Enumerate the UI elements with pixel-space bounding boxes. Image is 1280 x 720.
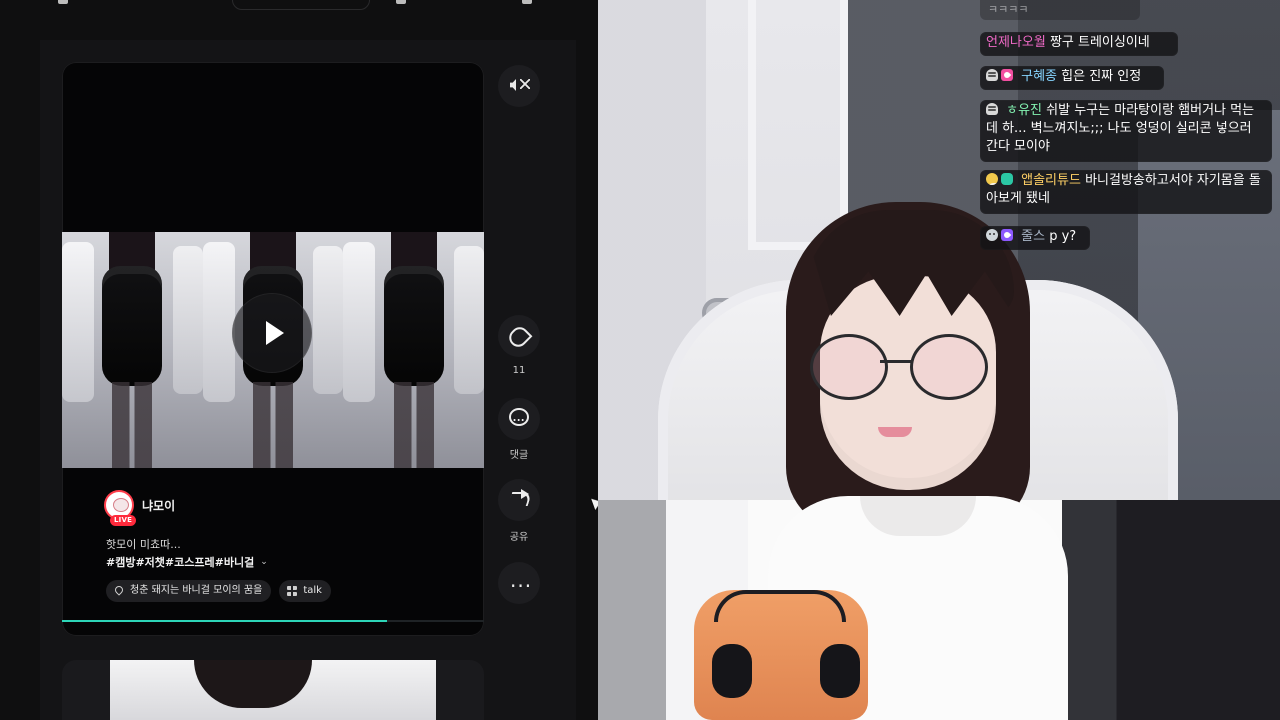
chat-username[interactable]: 구혜종 [1021, 69, 1057, 84]
skull-icon [986, 229, 998, 241]
top-toolbar-tick [396, 0, 406, 4]
chat-username[interactable]: 앱솔리튜드 [1021, 173, 1081, 188]
video-progress-fill [62, 620, 387, 622]
chat-text: 짱구 트레이싱이네 [1049, 35, 1150, 50]
streamer-mouth [878, 427, 912, 437]
avatar-face [113, 498, 129, 512]
location-icon [114, 586, 124, 596]
chat-username[interactable]: ㅎ유진 [1006, 103, 1042, 118]
video-caption: 핫모이 미쵸따... [106, 538, 181, 551]
chat-text: 힙은 진짜 인정 [1061, 69, 1142, 84]
video-progress-track[interactable] [62, 620, 484, 622]
chevron-down-icon[interactable]: ⌄ [260, 557, 268, 567]
talk-chip-label: talk [303, 585, 322, 596]
chat-badges [986, 229, 1013, 241]
heart-icon [1001, 229, 1013, 241]
like-count: 11 [512, 365, 526, 376]
ghost-icon [986, 69, 998, 81]
shorts-panel: LIVE 냐모이 핫모이 미쵸따... #캠방#저챗#코스프레#바니걸 ⌄ 청춘… [0, 0, 598, 720]
chat-message: 구혜종 힙은 진짜 인정 [980, 66, 1164, 90]
chat-username[interactable]: 줄스 [1021, 229, 1045, 244]
share-icon[interactable] [498, 479, 540, 521]
ghost-icon [986, 103, 998, 115]
share-label: 공유 [509, 532, 529, 543]
glasses-bridge [880, 360, 912, 363]
next-short-thumbnail [110, 660, 436, 720]
side-action-rail: 11 댓글 공유 [498, 60, 540, 620]
location-chip[interactable]: 청춘 돼지는 바니걸 모이의 꿈을 [106, 580, 272, 602]
chat-message: 줄스 p y? [980, 226, 1090, 250]
talk-icon [287, 586, 298, 596]
top-toolbar-tick [58, 0, 68, 4]
thumbnail-body [102, 266, 163, 386]
chat-badges [986, 173, 1013, 185]
more-icon[interactable] [498, 562, 540, 604]
hashtag-text[interactable]: #캠방#저챗#코스프레#바니걸 [106, 554, 254, 570]
short-video-card[interactable]: LIVE 냐모이 핫모이 미쵸따... #캠방#저챗#코스프레#바니걸 ⌄ 청춘… [62, 62, 484, 636]
thumbnail-legs [253, 382, 293, 468]
cursor-icon [591, 495, 598, 511]
channel-row[interactable]: LIVE 냐모이 [104, 490, 175, 526]
avatar[interactable]: LIVE [104, 490, 137, 526]
top-search-pill[interactable] [232, 0, 370, 10]
comment-icon[interactable] [498, 398, 540, 440]
thumbs-up-icon [986, 173, 998, 185]
chat-message: ㅎ유진 쉬발 누구는 마라탕이랑 햄버거나 먹는데 하... 벽느껴지노;;; … [980, 100, 1272, 162]
top-toolbar-tick [522, 0, 532, 4]
chat-badges [986, 69, 1013, 81]
trophy-icon [1001, 173, 1013, 185]
hashtag-row[interactable]: #캠방#저챗#코스프레#바니걸 ⌄ [106, 554, 268, 570]
thumbnail-person [94, 232, 170, 468]
chat-badges [986, 103, 998, 115]
talk-chip[interactable]: talk [279, 580, 331, 602]
chat-username[interactable]: 언제나오월 [986, 35, 1046, 50]
location-chip-label: 청춘 돼지는 바니걸 모이의 꿈을 [130, 585, 263, 596]
next-short-card[interactable] [62, 660, 484, 720]
thumbnail-person [376, 232, 452, 468]
thumbnail-body [383, 266, 444, 386]
comment-label: 댓글 [509, 450, 529, 461]
heart-icon [1001, 69, 1013, 81]
video-thumbnail-frame [343, 232, 484, 468]
screen-root: LIVE 냐모이 핫모이 미쵸따... #캠방#저챗#코스프레#바니걸 ⌄ 청춘… [0, 0, 1280, 720]
mute-icon[interactable] [498, 65, 540, 107]
cat-print-graphic [694, 590, 868, 720]
chat-message: 앱솔리튜드 바니걸방송하고서야 자기몸을 돌아보게 됐네 [980, 170, 1272, 214]
video-thumbnail-frame [62, 232, 203, 468]
top-toolbar-fragment [0, 0, 598, 14]
chat-text: p y? [1049, 229, 1077, 244]
live-badge: LIVE [110, 515, 137, 526]
glasses-left-lens [810, 334, 888, 400]
heart-icon[interactable] [498, 315, 540, 357]
play-icon[interactable] [232, 293, 312, 373]
chat-message: 언제나오월 짱구 트레이싱이네 [980, 32, 1178, 56]
channel-name[interactable]: 냐모이 [142, 497, 175, 514]
chip-row: 청춘 돼지는 바니걸 모이의 꿈을 talk [106, 580, 331, 602]
thumbnail-legs [112, 382, 153, 468]
glasses-right-lens [910, 334, 988, 400]
live-chat-overlay: 언제나오월 짱구 트레이싱이네 구혜종 힙은 진짜 인정 ㅎ유진 쉬발 누구는 … [980, 0, 1272, 260]
thumbnail-legs [393, 382, 434, 468]
